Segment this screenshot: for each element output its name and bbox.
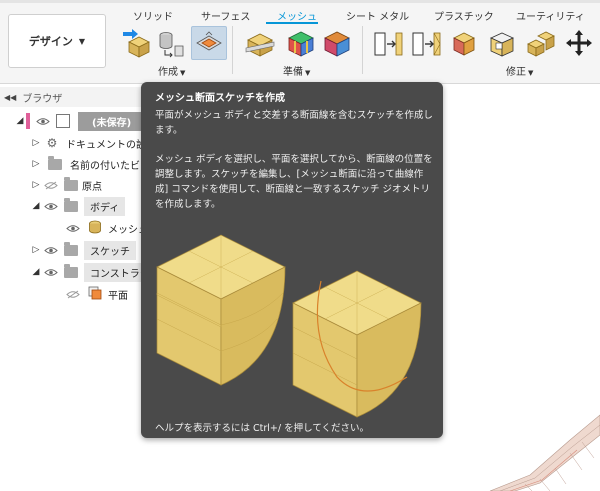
folder-icon [64, 241, 78, 256]
document-icon [56, 114, 70, 128]
combine-button[interactable] [522, 26, 558, 60]
plane-cut-button[interactable] [370, 26, 406, 60]
tab-sheet-metal[interactable]: シート メタル [346, 8, 409, 23]
construction-plane-icon [88, 286, 102, 303]
remesh-button[interactable] [446, 26, 482, 60]
browser-item-plane[interactable]: 平面 [64, 284, 128, 304]
folder-icon [64, 197, 78, 212]
reduce-button[interactable] [408, 26, 444, 60]
mesh-body-before-illustration [156, 234, 286, 386]
command-tooltip: メッシュ断面スケッチを作成 平面がメッシュ ボディと交差する断面線を含むスケッチ… [141, 82, 443, 438]
create-mesh-button[interactable] [153, 26, 189, 60]
group-divider [362, 26, 363, 74]
group-divider [232, 26, 233, 74]
tooltip-instructions: メッシュ ボディを選択し、平面を選択してから、断面線の位置を調整します。スケッチ… [155, 154, 433, 210]
mesh-section-sketch-icon [196, 31, 222, 51]
collapsed-triangle-icon[interactable]: ▷ [30, 159, 42, 169]
browser-item-mesh-body[interactable]: メッシュ [64, 218, 148, 238]
expanded-triangle-icon[interactable]: ◢ [30, 267, 42, 277]
browser-title: ブラウザ [22, 93, 63, 105]
chevron-down-icon: ▼ [528, 69, 534, 77]
combine-face-groups-button[interactable] [319, 26, 355, 60]
collapsed-triangle-icon[interactable]: ▷ [30, 245, 42, 255]
browser-item-label: ボディ [84, 196, 126, 216]
tab-utilities[interactable]: ユーティリティ [516, 8, 585, 23]
move-copy-button[interactable] [561, 26, 597, 60]
create-group-label: 作成 [158, 67, 178, 78]
eye-icon[interactable] [42, 244, 60, 256]
eye-icon[interactable] [34, 115, 52, 127]
folder-icon [64, 263, 78, 278]
shell-icon [490, 32, 514, 57]
browser-item-label: 平面 [108, 290, 128, 302]
browser-item-label: 名前の付いたビ [70, 160, 140, 172]
active-tab-indicator [266, 22, 318, 24]
mesh-cylinder-icon [159, 32, 184, 58]
browser-item-origin[interactable]: ▷ 原点 [30, 175, 102, 195]
tooltip-illustration [156, 234, 422, 418]
shell-button[interactable] [484, 26, 520, 60]
plane-cut-icon [374, 32, 403, 56]
active-component-marker [26, 113, 30, 129]
face-groups-icon [288, 31, 314, 57]
chevron-down-icon: ▼ [78, 36, 86, 46]
tooltip-description: 平面がメッシュ ボディと交差する断面線を含むスケッチを作成します。 [155, 110, 433, 136]
browser-panel-header: ◀◀ ブラウザ [0, 87, 150, 107]
prepare-group-label: 準備 [283, 67, 303, 78]
browser-item-sketches[interactable]: ▷ スケッチ [30, 240, 136, 260]
expanded-triangle-icon[interactable]: ◢ [14, 116, 26, 126]
tab-surface[interactable]: サーフェス [201, 8, 250, 23]
chevron-down-icon: ▼ [180, 69, 186, 77]
insert-mesh-icon [123, 29, 150, 58]
combine-icon [527, 31, 555, 57]
eye-icon[interactable] [64, 222, 82, 234]
collapsed-triangle-icon[interactable]: ▷ [30, 180, 42, 190]
mesh-body-after-illustration [292, 270, 422, 418]
chevron-down-icon: ▼ [305, 69, 311, 77]
tab-plastic[interactable]: プラスチック [434, 8, 494, 23]
browser-item-bodies[interactable]: ◢ ボディ [30, 196, 126, 216]
move-arrows-icon [566, 30, 592, 56]
repair-mesh-button[interactable] [242, 26, 278, 60]
generate-face-groups-button[interactable] [283, 26, 319, 60]
ribbon-toolbar: デザイン ▼ ソリッド サーフェス メッシュ シート メタル プラスチック ユー… [0, 0, 600, 84]
folder-icon [48, 155, 62, 170]
create-mesh-section-sketch-button[interactable] [191, 26, 227, 60]
eye-hidden-icon[interactable] [64, 288, 82, 300]
mesh-body-icon [88, 220, 102, 237]
gear-icon: ⚙ [46, 136, 58, 150]
browser-item-label: 原点 [82, 181, 102, 193]
tab-mesh[interactable]: メッシュ [277, 8, 317, 23]
tooltip-title: メッシュ断面スケッチを作成 [155, 93, 285, 104]
modify-group-label: 修正 [506, 67, 526, 78]
eye-icon[interactable] [42, 200, 60, 212]
browser-item-construction[interactable]: ◢ コンストラク [30, 262, 156, 282]
browser-root-row[interactable]: ◢ (未保存) [14, 111, 146, 131]
tab-solid[interactable]: ソリッド [133, 8, 173, 23]
mesh-repair-icon [245, 33, 275, 57]
eye-icon[interactable] [42, 266, 60, 278]
collapse-panel-icon[interactable]: ◀◀ [4, 93, 16, 102]
eye-hidden-icon[interactable] [42, 179, 60, 191]
reduce-icon [412, 32, 441, 56]
browser-item-named-views[interactable]: ▷ 名前の付いたビ [30, 154, 140, 174]
browser-item-document-settings[interactable]: ▷ ⚙ ドキュメントの設定 [30, 133, 156, 153]
ribbon-top-border [0, 0, 600, 3]
prepare-group-dropdown[interactable]: 準備 ▼ [283, 63, 310, 78]
remesh-icon [453, 32, 475, 56]
tooltip-help-hint: ヘルプを表示するには Ctrl+/ を押してください。 [155, 423, 370, 434]
root-component-label: (未保存) [78, 111, 146, 131]
browser-item-label: スケッチ [84, 240, 136, 260]
folder-icon [64, 176, 78, 191]
create-group-dropdown[interactable]: 作成 ▼ [158, 63, 185, 78]
modify-group-dropdown[interactable]: 修正 ▼ [506, 63, 533, 78]
workspace-label: デザイン [28, 35, 73, 48]
face-groups-combine-icon [324, 31, 350, 57]
expanded-triangle-icon[interactable]: ◢ [30, 201, 42, 211]
workspace-dropdown[interactable]: デザイン ▼ [8, 14, 106, 68]
collapsed-triangle-icon[interactable]: ▷ [30, 138, 42, 148]
insert-mesh-button[interactable] [117, 26, 153, 60]
viewport-mesh-body[interactable] [470, 380, 600, 491]
